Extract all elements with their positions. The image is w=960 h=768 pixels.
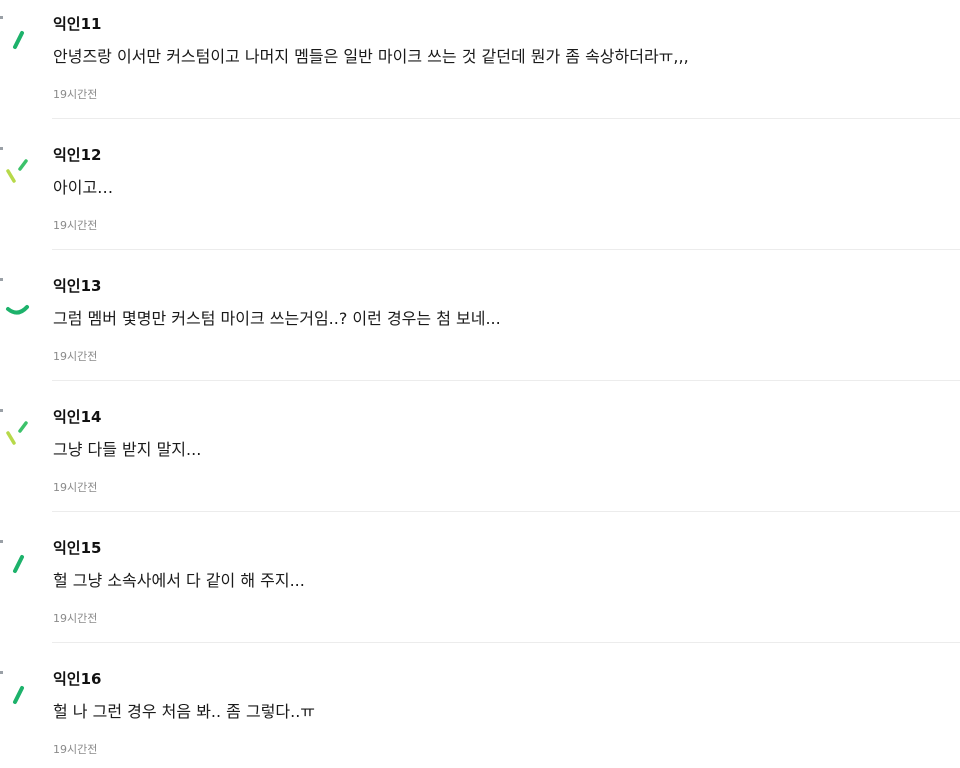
comment-author[interactable]: 익인12 [53,145,101,165]
comment-item: 익인11 안녕즈랑 이서만 커스텀이고 나머지 멤들은 일반 마이크 쓰는 것 … [0,0,960,131]
comment-list: 익인11 안녕즈랑 이서만 커스텀이고 나머지 멤들은 일반 마이크 쓰는 것 … [0,0,960,768]
lime-check-stroke-icon[interactable] [0,143,34,193]
comment-time: 19시간전 [53,350,98,363]
comment-text: 그럼 멤버 몇명만 커스텀 마이크 쓰는거임..? 이런 경우는 첨 보네... [53,309,501,328]
divider [52,249,960,250]
divider [52,118,960,119]
comment-text: 그냥 다들 받지 말지... [53,440,202,459]
comment-time: 19시간전 [53,219,98,232]
green-stroke-icon[interactable] [0,667,34,717]
green-stroke-icon[interactable] [0,536,34,586]
divider [52,642,960,643]
comment-author[interactable]: 익인14 [53,407,101,427]
comment-author[interactable]: 익인13 [53,276,101,296]
comment-item: 익인15 헐 그냥 소속사에서 다 같이 해 주지... 19시간전 [0,524,960,655]
comment-author[interactable]: 익인11 [53,14,101,34]
comment-text: 아이고… [53,178,114,197]
comment-item: 익인14 그냥 다들 받지 말지... 19시간전 [0,393,960,524]
comment-text: 헐 나 그런 경우 처음 봐.. 좀 그렇다..ㅠ [53,702,316,721]
comment-time: 19시간전 [53,612,98,625]
comment-time: 19시간전 [53,743,98,756]
comment-time: 19시간전 [53,481,98,494]
divider [52,511,960,512]
divider [52,380,960,381]
comment-text: 헐 그냥 소속사에서 다 같이 해 주지... [53,571,305,590]
green-arc-icon[interactable] [0,274,34,324]
comment-text: 안녕즈랑 이서만 커스텀이고 나머지 멤들은 일반 마이크 쓰는 것 같던데 뭔… [53,47,689,66]
comment-item: 익인16 헐 나 그런 경우 처음 봐.. 좀 그렇다..ㅠ 19시간전 [0,655,960,768]
comment-time: 19시간전 [53,88,98,101]
comment-author[interactable]: 익인16 [53,669,101,689]
comment-item: 익인13 그럼 멤버 몇명만 커스텀 마이크 쓰는거임..? 이런 경우는 첨 … [0,262,960,393]
comment-author[interactable]: 익인15 [53,538,101,558]
lime-check-stroke-icon[interactable] [0,405,34,455]
comment-item: 익인12 아이고… 19시간전 [0,131,960,262]
green-stroke-icon[interactable] [0,12,34,62]
